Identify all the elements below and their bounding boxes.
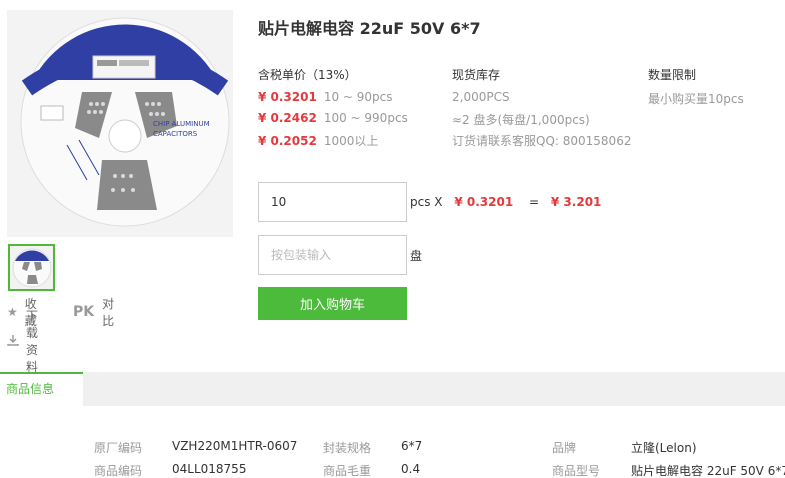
spec-value: 立隆(Lelon) (631, 441, 697, 455)
reel-text-line2: CAPACITORS (153, 130, 198, 138)
spec-value: 0.4 (401, 462, 421, 476)
quantity-input[interactable] (258, 182, 407, 222)
unit-label: pcs X (410, 195, 443, 209)
price-calculation: pcs X ¥ 0.3201 = ¥ 3.201 (410, 195, 601, 209)
reel-illustration: CHIP ALUMINUM CAPACITORS (7, 10, 233, 237)
spec-label: 封装规格 (323, 441, 372, 455)
tier-price: ¥ 0.3201 (258, 90, 317, 104)
equals-sign: = (529, 195, 540, 209)
product-main-image: CHIP ALUMINUM CAPACITORS (7, 10, 233, 237)
compare-button[interactable]: PK 对比 (73, 297, 114, 328)
tier-range: 1000以上 (323, 134, 379, 148)
product-title: 贴片电解电容 22uF 50V 6*7 (258, 19, 481, 38)
spec-value: 贴片电解电容 22uF 50V 6*7 (631, 464, 785, 478)
tier-range: 10 ~ 90pcs (323, 90, 393, 104)
stock-contact: 订货请联系客服QQ: 800158062 (452, 134, 632, 148)
stock-quantity: 2,000PCS (452, 90, 510, 104)
reel-text-line1: CHIP ALUMINUM (153, 120, 210, 128)
compare-label: 对比 (102, 297, 115, 328)
price-header: 含税单价（13%） (258, 68, 357, 82)
tier-range: 100 ~ 990pcs (323, 111, 408, 125)
stock-header: 现货库存 (452, 68, 501, 82)
spec-label: 商品型号 (552, 464, 601, 478)
thumbnail-reel-image (10, 246, 53, 289)
limit-header: 数量限制 (648, 68, 697, 82)
spec-value: VZH220M1HTR-0607 (172, 439, 298, 453)
spec-label: 商品编码 (94, 464, 143, 478)
unit-price: ¥ 0.3201 (454, 195, 514, 209)
product-thumbnail[interactable] (8, 244, 55, 291)
min-purchase: 最小购买量10pcs (648, 92, 744, 106)
price-tier: ¥ 0.2462 100 ~ 990pcs (258, 111, 408, 127)
spec-label: 商品毛重 (323, 464, 372, 478)
tab-product-info[interactable]: 商品信息 (0, 372, 83, 406)
total-price: ¥ 3.201 (550, 195, 602, 209)
download-icon (7, 334, 19, 349)
price-tier: ¥ 0.3201 10 ~ 90pcs (258, 90, 393, 106)
star-icon: ★ (7, 305, 18, 319)
price-tier: ¥ 0.2052 1000以上 (258, 132, 378, 148)
spec-label: 原厂编码 (94, 441, 143, 455)
add-to-cart-button[interactable]: 加入购物车 (258, 287, 407, 320)
package-input[interactable] (258, 235, 407, 275)
tier-price: ¥ 0.2052 (258, 134, 317, 148)
download-button[interactable]: 下载资料 (7, 309, 38, 374)
spec-value: 04LL018755 (172, 462, 247, 476)
spec-label: 品牌 (552, 441, 577, 455)
stock-reels: ≈2 盘多(每盘/1,000pcs) (452, 113, 590, 127)
spec-value: 6*7 (401, 439, 423, 453)
detail-tabbar: 商品信息 (0, 372, 785, 406)
tier-price: ¥ 0.2462 (258, 111, 317, 125)
package-unit: 盘 (410, 249, 423, 263)
download-label: 下载资料 (26, 309, 39, 374)
pk-icon: PK (73, 304, 95, 320)
